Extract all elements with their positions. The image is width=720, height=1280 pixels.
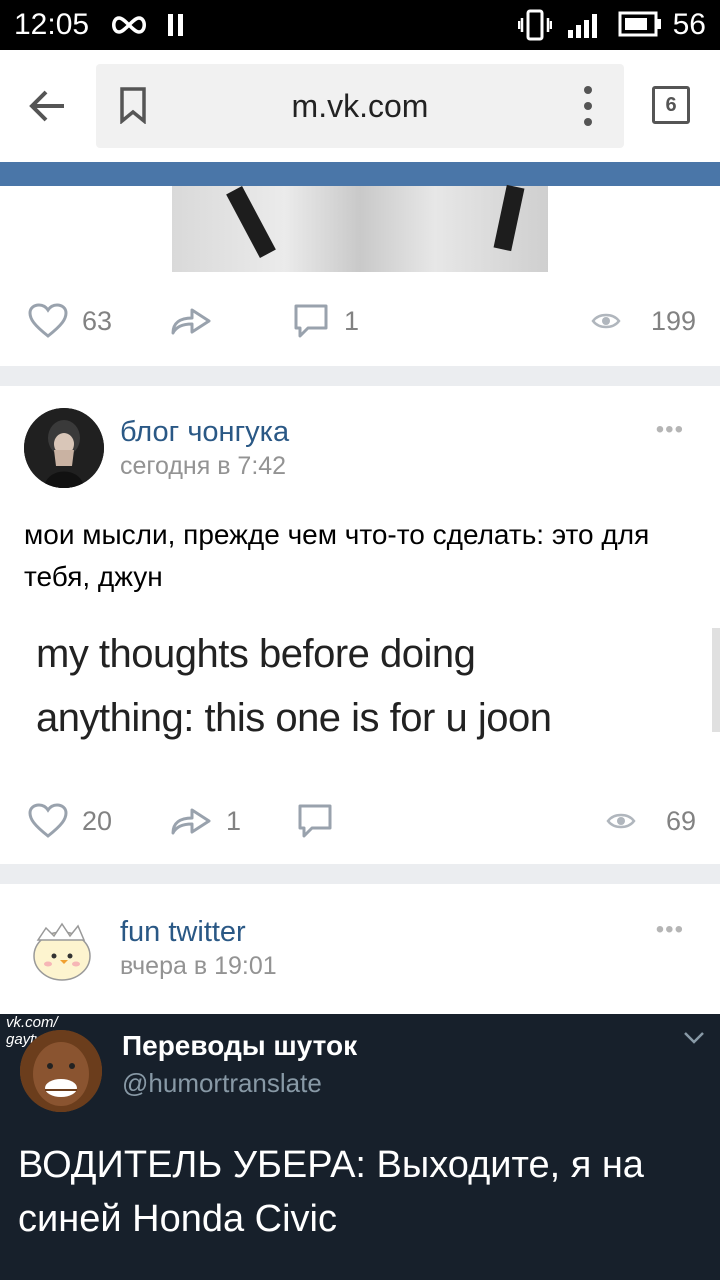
- pause-icon: [168, 14, 183, 36]
- views-counter: 69: [606, 796, 696, 846]
- heart-icon: [28, 803, 68, 838]
- share-arrow-icon: [171, 308, 211, 335]
- battery-level: 56: [672, 8, 706, 41]
- microphone-shape: [493, 184, 525, 252]
- heart-icon: [28, 303, 68, 338]
- post-actions: 20 1 69: [0, 796, 720, 846]
- image-text-line: my thoughts before doing: [36, 632, 476, 676]
- battery-icon: [618, 11, 661, 37]
- infinity-icon: [112, 16, 146, 34]
- browser-toolbar: m.vk.com 6: [0, 50, 720, 162]
- views-count: 69: [665, 805, 696, 836]
- comment-icon: [294, 304, 328, 338]
- post-date[interactable]: вчера в 19:01: [120, 952, 277, 981]
- chevron-down-icon: [684, 1032, 704, 1044]
- chick-icon: [24, 906, 104, 986]
- scrollbar[interactable]: [712, 628, 720, 732]
- signal-icon: [568, 14, 597, 38]
- microphone-shape: [226, 185, 276, 259]
- share-count: 1: [226, 805, 242, 836]
- post-card: блог чонгука сегодня в 7:42 ••• мои мысл…: [0, 386, 720, 864]
- post-author[interactable]: блог чонгука: [120, 416, 289, 449]
- post-image[interactable]: my thoughts before doing anything: this …: [0, 612, 720, 758]
- eye-icon: [591, 313, 621, 329]
- tweet-text: ВОДИТЕЛЬ УБЕРА: Выходите, я на синей Hon…: [18, 1144, 644, 1240]
- share-arrow-icon: [171, 808, 211, 835]
- avatar-photo: [20, 1030, 102, 1112]
- comment-button[interactable]: [296, 796, 334, 846]
- tweet-author-name: Переводы шуток: [122, 1030, 358, 1061]
- status-bar: 12:05 56: [0, 0, 720, 50]
- like-count: 63: [82, 305, 113, 336]
- tweet-screenshot-image[interactable]: vk.com/gaytwitter Переводы шуток @humort…: [0, 1014, 720, 1280]
- views-count: 199: [650, 305, 696, 336]
- post-card: 63 1 199: [0, 184, 720, 366]
- comment-count: 1: [344, 305, 360, 336]
- overflow-menu-icon[interactable]: [578, 84, 598, 128]
- share-button[interactable]: [170, 296, 212, 346]
- post-photo[interactable]: [172, 184, 548, 272]
- vk-header-bar: [0, 162, 720, 186]
- tweet-avatar: [20, 1030, 102, 1112]
- vibrate-icon: [518, 9, 552, 41]
- like-count: 20: [82, 805, 113, 836]
- post-actions: 63 1 199: [0, 296, 720, 346]
- tabs-button[interactable]: 6: [652, 86, 690, 124]
- post-card: fun twitter вчера в 19:01 •••: [0, 884, 720, 1014]
- comment-icon: [298, 804, 332, 838]
- post-text: мои мысли, прежде чем что-то сделать: эт…: [24, 519, 650, 592]
- avatar-photo: [24, 408, 104, 488]
- views-counter: 199: [591, 296, 696, 346]
- status-time: 12:05: [14, 8, 90, 41]
- more-options-icon[interactable]: •••: [656, 916, 684, 944]
- post-author[interactable]: fun twitter: [120, 916, 246, 949]
- comment-button[interactable]: 1: [292, 296, 359, 346]
- post-date[interactable]: сегодня в 7:42: [120, 452, 286, 481]
- back-arrow-icon[interactable]: [26, 80, 70, 132]
- address-bar[interactable]: m.vk.com: [96, 64, 624, 148]
- eye-icon: [606, 813, 636, 829]
- avatar[interactable]: [24, 408, 104, 488]
- url-text[interactable]: m.vk.com: [96, 88, 624, 125]
- like-button[interactable]: 63: [28, 296, 112, 346]
- tweet-author-handle: @humortranslate: [122, 1068, 322, 1098]
- image-text-line: anything: this one is for u joon: [36, 696, 552, 740]
- share-button[interactable]: 1: [170, 796, 241, 846]
- like-button[interactable]: 20: [28, 796, 112, 846]
- avatar[interactable]: [24, 906, 104, 986]
- more-options-icon[interactable]: •••: [656, 416, 684, 444]
